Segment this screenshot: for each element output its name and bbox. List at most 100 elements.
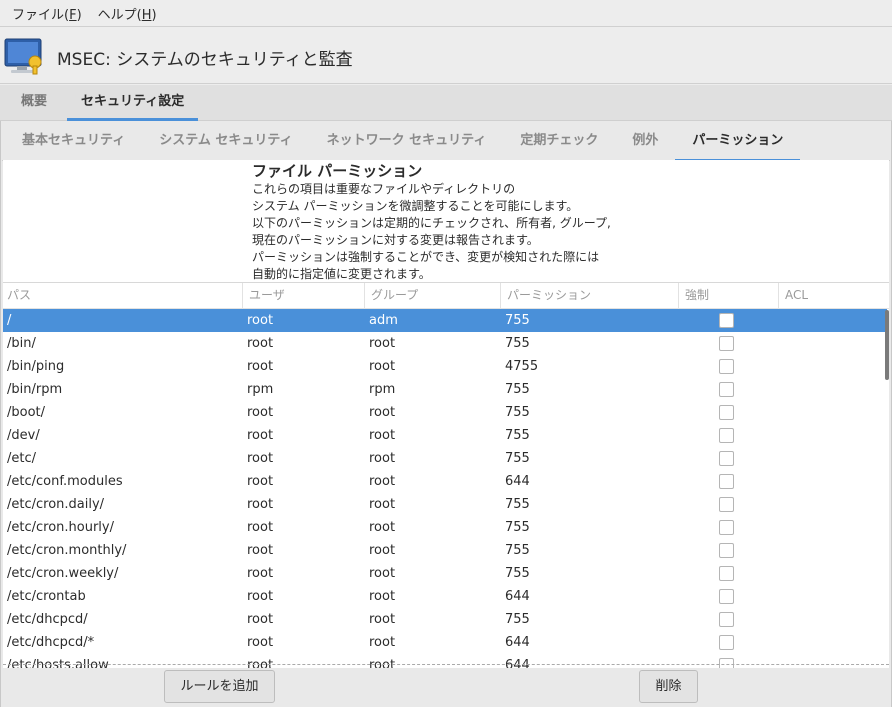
sub-tabs: 基本セキュリティ システム セキュリティ ネットワーク セキュリティ 定期チェッ…	[2, 123, 890, 162]
permission-cell: 644	[505, 474, 530, 489]
tab-periodic-checks[interactable]: 定期チェック	[503, 123, 615, 161]
force-checkbox[interactable]	[719, 474, 734, 489]
table-row[interactable]: /etc/cron.hourly/root root 755	[3, 516, 887, 539]
button-bar: ルールを追加 削除	[1, 668, 889, 707]
force-cell	[679, 585, 779, 608]
force-cell	[679, 654, 779, 668]
force-checkbox[interactable]	[719, 566, 734, 581]
force-checkbox[interactable]	[719, 612, 734, 627]
permission-cell: 755	[505, 382, 530, 397]
force-checkbox[interactable]	[719, 658, 734, 668]
table-row[interactable]: /etc/cron.weekly/root root 755	[3, 562, 887, 585]
acl-cell	[779, 470, 887, 493]
table-header: パス ユーザ グループ パーミッション 強制 ACL	[3, 283, 889, 309]
section-title: ファイル パーミッション	[252, 162, 423, 180]
column-header-acl[interactable]: ACL	[779, 283, 887, 309]
table-row[interactable]: /boot/root root 755	[3, 401, 887, 424]
group-cell: root	[369, 635, 396, 650]
force-checkbox[interactable]	[719, 313, 734, 328]
path-cell: /etc/hosts.allow	[7, 658, 109, 668]
acl-cell	[779, 562, 887, 585]
force-checkbox[interactable]	[719, 589, 734, 604]
acl-cell	[779, 332, 887, 355]
table-row[interactable]: /etc/root root 755	[3, 447, 887, 470]
table-row[interactable]: /bin/root root 755	[3, 332, 887, 355]
column-header-group[interactable]: グループ	[365, 283, 501, 309]
force-cell	[679, 401, 779, 424]
permission-cell: 755	[505, 405, 530, 420]
force-checkbox[interactable]	[719, 497, 734, 512]
force-checkbox[interactable]	[719, 382, 734, 397]
user-cell: rpm	[247, 382, 274, 397]
table-row[interactable]: /dev/root root 755	[3, 424, 887, 447]
permission-cell: 755	[505, 428, 530, 443]
tab-basic-security[interactable]: 基本セキュリティ	[2, 123, 142, 161]
acl-cell	[779, 654, 887, 668]
force-checkbox[interactable]	[719, 635, 734, 650]
path-cell: /	[7, 313, 12, 328]
force-checkbox[interactable]	[719, 336, 734, 351]
add-rule-button[interactable]: ルールを追加	[164, 670, 275, 703]
description-line: システム パーミッションを微調整することを可能にします。	[252, 199, 579, 213]
user-cell: root	[247, 635, 274, 650]
table-row[interactable]: /bin/rpm rpm rpm 755	[3, 378, 887, 401]
menu-help[interactable]: ヘルプ(H)	[90, 4, 165, 23]
force-checkbox[interactable]	[719, 405, 734, 420]
table-row[interactable]: / root adm 755	[3, 309, 887, 332]
path-cell: /boot/	[7, 405, 46, 420]
group-cell: adm	[369, 313, 398, 328]
path-cell: /etc/cron.weekly/	[7, 566, 119, 581]
column-header-user[interactable]: ユーザ	[243, 283, 365, 309]
path-cell: /bin/ping	[7, 359, 65, 374]
force-cell	[679, 631, 779, 654]
description-line: パーミッションは強制することができ、変更が検知された際には	[252, 250, 600, 264]
force-checkbox[interactable]	[719, 520, 734, 535]
table-scrollbar[interactable]	[885, 310, 889, 380]
tab-security-settings[interactable]: セキュリティ設定	[67, 85, 199, 121]
force-cell	[679, 608, 779, 631]
path-cell: /bin/	[7, 336, 36, 351]
column-header-force[interactable]: 強制	[679, 283, 779, 309]
tab-permissions[interactable]: パーミッション	[675, 123, 801, 162]
permission-cell: 4755	[505, 359, 539, 374]
table-row[interactable]: /etc/cron.monthly/root root 755	[3, 539, 887, 562]
table-row[interactable]: /bin/ping root root 4755	[3, 355, 887, 378]
group-cell: root	[369, 658, 396, 668]
acl-cell	[779, 309, 887, 332]
acl-cell	[779, 516, 887, 539]
delete-button[interactable]: 削除	[639, 670, 698, 703]
acl-cell	[779, 424, 887, 447]
table-row[interactable]: /etc/crontab root root 644	[3, 585, 887, 608]
force-checkbox[interactable]	[719, 359, 734, 374]
user-cell: root	[247, 589, 274, 604]
table-bottom-divider	[3, 664, 889, 665]
column-header-permissions[interactable]: パーミッション	[501, 283, 679, 309]
tab-system-security[interactable]: システム セキュリティ	[142, 123, 309, 161]
path-cell: /etc/crontab	[7, 589, 86, 604]
user-cell: root	[247, 405, 274, 420]
force-checkbox[interactable]	[719, 543, 734, 558]
user-cell: root	[247, 612, 274, 627]
group-cell: root	[369, 474, 396, 489]
force-cell	[679, 355, 779, 378]
table-row[interactable]: /etc/cron.daily/root root 755	[3, 493, 887, 516]
tab-exceptions[interactable]: 例外	[615, 123, 675, 161]
table-row[interactable]: /etc/hosts.allow root root 644	[3, 654, 887, 668]
acl-cell	[779, 355, 887, 378]
force-checkbox[interactable]	[719, 428, 734, 443]
menu-file[interactable]: ファイル(F)	[4, 4, 90, 23]
tab-overview[interactable]: 概要	[0, 85, 67, 121]
permission-cell: 644	[505, 589, 530, 604]
tab-network-security[interactable]: ネットワーク セキュリティ	[310, 123, 504, 161]
table-row[interactable]: /etc/dhcpcd/* root root 644	[3, 631, 887, 654]
path-cell: /etc/cron.daily/	[7, 497, 105, 512]
force-checkbox[interactable]	[719, 451, 734, 466]
description-line: 現在のパーミッションに対する変更は報告されます。	[252, 233, 539, 247]
force-cell	[679, 516, 779, 539]
table-body: / root adm 755/bin/root root 755/bin/ping root…	[3, 309, 887, 668]
table-row[interactable]: /etc/dhcpcd/root root 755	[3, 608, 887, 631]
group-cell: root	[369, 566, 396, 581]
table-row[interactable]: /etc/conf.modules root root 644	[3, 470, 887, 493]
force-cell	[679, 539, 779, 562]
column-header-path[interactable]: パス	[3, 283, 243, 309]
